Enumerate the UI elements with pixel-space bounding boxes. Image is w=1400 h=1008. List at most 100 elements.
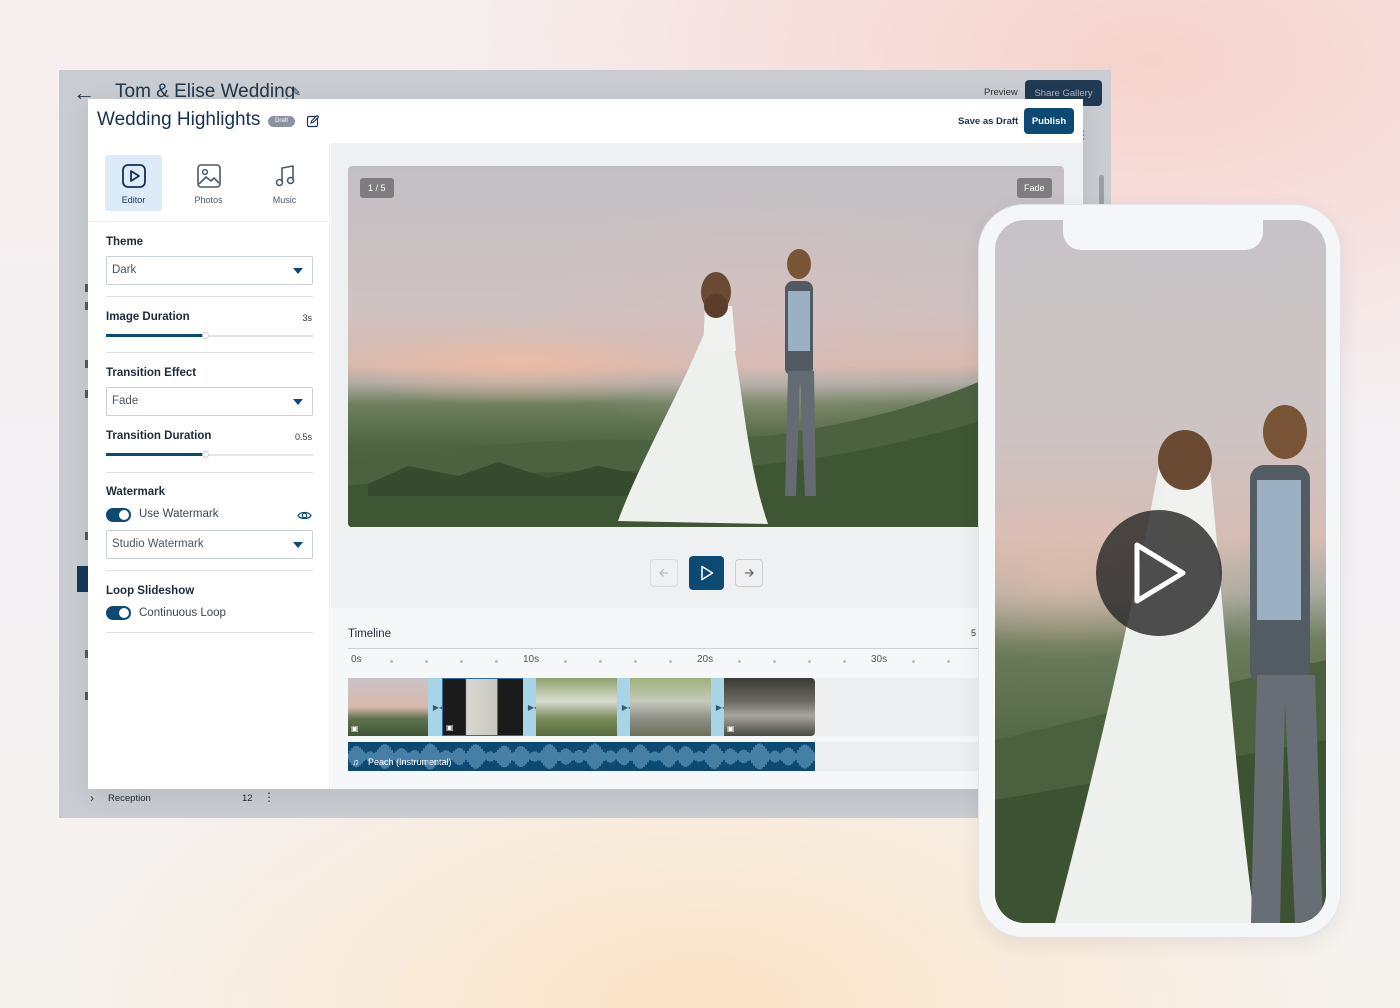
select-value: Fade xyxy=(112,395,139,407)
previous-slide-button[interactable] xyxy=(650,559,678,587)
theme-label: Theme xyxy=(106,236,144,248)
settings-panel: Editor Photos Music Theme Dark Image Dur… xyxy=(88,143,330,789)
play-square-icon xyxy=(122,164,146,188)
transition-effect-label: Transition Effect xyxy=(106,367,197,379)
slideshow-editor-modal: Wedding Highlights Draft Save as Draft P… xyxy=(88,99,1083,789)
image-duration-value: 3s xyxy=(302,313,312,323)
ruler-label: 10s xyxy=(523,654,540,665)
sidebar-active-marker xyxy=(77,566,88,592)
toggle-knob xyxy=(119,510,129,520)
editor-main: 1 / 5 Fade Timeline 5 0s 10s 20s 30s ▣ ▶… xyxy=(331,143,1083,789)
ruler-tick xyxy=(808,660,811,663)
slider-fill xyxy=(106,334,206,337)
edit-title-icon[interactable]: ✎ xyxy=(291,85,301,99)
sidebar-item-reception[interactable]: › Reception 12 ⋮ xyxy=(59,788,319,808)
transition-effect-select[interactable]: Fade xyxy=(106,387,313,416)
timeline-clip[interactable] xyxy=(630,678,722,736)
slider-handle[interactable] xyxy=(202,332,210,339)
image-icon: ▣ xyxy=(446,723,454,732)
timeline-clip[interactable] xyxy=(536,678,628,736)
ruler-tick xyxy=(460,660,463,663)
timeline-marker: 5 xyxy=(971,628,977,638)
next-slide-button[interactable] xyxy=(735,559,763,587)
sidebar-item-label: Reception xyxy=(108,793,151,804)
phone-play-button[interactable] xyxy=(1096,510,1222,636)
music-note-icon xyxy=(275,165,295,187)
kebab-menu-icon[interactable]: ⋮ xyxy=(263,790,275,804)
timeline-clip[interactable]: ▣ xyxy=(724,678,815,736)
ruler-tick xyxy=(947,660,950,663)
ruler-tick xyxy=(564,660,567,663)
timeline-title: Timeline xyxy=(348,628,392,640)
tab-label: Music xyxy=(272,195,297,205)
play-icon xyxy=(700,565,713,581)
wedding-photo xyxy=(348,249,1064,527)
use-watermark-label: Use Watermark xyxy=(139,508,219,520)
caret-down-icon xyxy=(293,542,303,548)
scrollbar[interactable] xyxy=(1099,175,1104,205)
image-icon xyxy=(197,164,221,188)
ruler-tick xyxy=(599,660,602,663)
timeline-panel: Timeline 5 0s 10s 20s 30s ▣ ▶◀ ▣ ▶◀ ▶◀ ▶… xyxy=(331,608,1083,789)
slider-handle[interactable] xyxy=(202,451,210,458)
continuous-loop-label: Continuous Loop xyxy=(139,607,226,619)
transition-duration-label: Transition Duration xyxy=(106,430,212,442)
preview-link[interactable]: Preview xyxy=(984,87,1018,98)
timeline-clip[interactable]: ▣ xyxy=(348,678,428,736)
ruler-label: 0s xyxy=(351,654,362,665)
tab-label: Editor xyxy=(121,195,146,205)
ruler-label: 20s xyxy=(697,654,714,665)
publish-button[interactable]: Publish xyxy=(1024,108,1074,134)
divider xyxy=(88,221,330,222)
image-duration-label: Image Duration xyxy=(106,311,190,323)
toggle-knob xyxy=(119,608,129,618)
ruler-tick xyxy=(390,660,393,663)
ruler-tick xyxy=(843,660,846,663)
tab-music[interactable]: Music xyxy=(256,155,313,211)
transition-duration-slider[interactable] xyxy=(106,451,313,459)
timeline-ruler: 0s 10s 20s 30s xyxy=(348,648,1083,670)
divider xyxy=(106,632,313,633)
ruler-tick xyxy=(634,660,637,663)
theme-select[interactable]: Dark xyxy=(106,256,313,285)
select-value: Studio Watermark xyxy=(112,538,204,550)
arrow-right-icon xyxy=(745,569,754,577)
background-sidebar xyxy=(59,70,88,818)
chevron-right-icon: › xyxy=(90,791,94,805)
timeline-clip-selected[interactable]: ▣ xyxy=(442,678,534,736)
tab-editor[interactable]: Editor xyxy=(105,155,162,211)
image-duration-slider[interactable] xyxy=(106,332,313,340)
slide-counter: 1 / 5 xyxy=(360,178,394,198)
image-icon: ▣ xyxy=(727,724,735,733)
panel-tabs: Editor Photos Music xyxy=(105,155,313,211)
continuous-loop-toggle[interactable] xyxy=(106,606,131,620)
watermark-label: Watermark xyxy=(106,486,166,498)
modal-header: Wedding Highlights Draft Save as Draft P… xyxy=(88,99,1083,143)
save-as-draft-button[interactable]: Save as Draft xyxy=(958,116,1018,127)
edit-icon[interactable] xyxy=(306,114,320,128)
ruler-tick xyxy=(773,660,776,663)
use-watermark-toggle[interactable] xyxy=(106,508,131,522)
ruler-tick xyxy=(669,660,672,663)
play-icon xyxy=(1134,542,1186,604)
ruler-tick xyxy=(495,660,498,663)
ruler-tick xyxy=(738,660,741,663)
eye-icon[interactable] xyxy=(297,508,312,523)
music-note-icon: ♫ xyxy=(352,757,359,767)
modal-title: Wedding Highlights xyxy=(97,109,261,130)
tab-photos[interactable]: Photos xyxy=(180,155,237,211)
caret-down-icon xyxy=(293,268,303,274)
select-value: Dark xyxy=(112,264,137,276)
status-badge: Draft xyxy=(268,116,296,127)
phone-notch xyxy=(1063,220,1263,250)
video-track: ▣ ▶◀ ▣ ▶◀ ▶◀ ▶◀ ▣ xyxy=(348,678,1083,736)
sidebar-item-count: 12 xyxy=(242,793,253,804)
phone-preview xyxy=(978,204,1341,938)
phone-screen xyxy=(995,220,1326,923)
transition-badge: Fade xyxy=(1017,178,1052,198)
watermark-select[interactable]: Studio Watermark xyxy=(106,530,313,559)
image-icon: ▣ xyxy=(351,724,359,733)
audio-track[interactable]: ♫ Peach (Instrumental) xyxy=(348,742,815,771)
play-button[interactable] xyxy=(689,556,724,590)
ruler-tick xyxy=(425,660,428,663)
